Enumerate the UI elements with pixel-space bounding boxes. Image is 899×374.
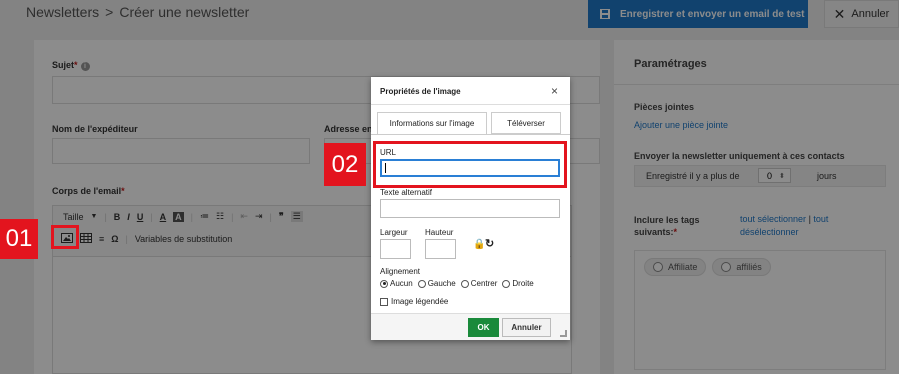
alignment-right-option[interactable]: Droite xyxy=(502,279,534,288)
height-label: Hauteur xyxy=(425,228,454,237)
radio-icon xyxy=(460,279,469,288)
resize-handle-icon[interactable] xyxy=(560,330,567,337)
callout-highlight-image-button xyxy=(51,225,79,249)
close-icon[interactable]: × xyxy=(551,84,558,98)
alt-text-input[interactable] xyxy=(380,199,560,218)
alignment-label: Alignement xyxy=(380,267,421,276)
callout-highlight-url-field xyxy=(373,141,567,188)
alignment-options: Aucun Gauche Centrer Droite xyxy=(380,279,539,288)
alignment-none-option[interactable]: Aucun xyxy=(380,279,413,288)
alignment-center-option[interactable]: Centrer xyxy=(460,279,497,288)
tab-upload[interactable]: Téléverser xyxy=(491,112,561,134)
callout-number-02: 02 xyxy=(324,143,366,186)
dialog-cancel-button[interactable]: Annuler xyxy=(502,318,551,337)
image-properties-dialog: Propriétés de l'image × Informations sur… xyxy=(371,77,570,340)
radio-icon xyxy=(502,279,511,288)
caption-option[interactable]: Image légendée xyxy=(380,297,448,306)
radio-icon xyxy=(380,279,388,288)
dialog-title: Propriétés de l'image xyxy=(380,87,461,96)
dialog-header-divider xyxy=(371,104,570,105)
alignment-left-option[interactable]: Gauche xyxy=(417,279,456,288)
tab-divider xyxy=(371,134,570,135)
callout-number-01: 01 xyxy=(0,219,38,259)
height-input[interactable] xyxy=(425,239,456,259)
lock-ratio-icon[interactable]: 🔒 xyxy=(473,239,485,250)
width-input[interactable] xyxy=(380,239,411,259)
radio-icon xyxy=(417,279,426,288)
width-label: Largeur xyxy=(380,228,408,237)
alt-text-label: Texte alternatif xyxy=(380,188,433,197)
caption-label: Image légendée xyxy=(391,297,449,306)
checkbox-icon[interactable] xyxy=(380,297,388,306)
tab-image-info[interactable]: Informations sur l'image xyxy=(377,112,487,134)
ok-button[interactable]: OK xyxy=(468,318,499,337)
reset-size-icon[interactable]: ↻ xyxy=(485,237,494,250)
